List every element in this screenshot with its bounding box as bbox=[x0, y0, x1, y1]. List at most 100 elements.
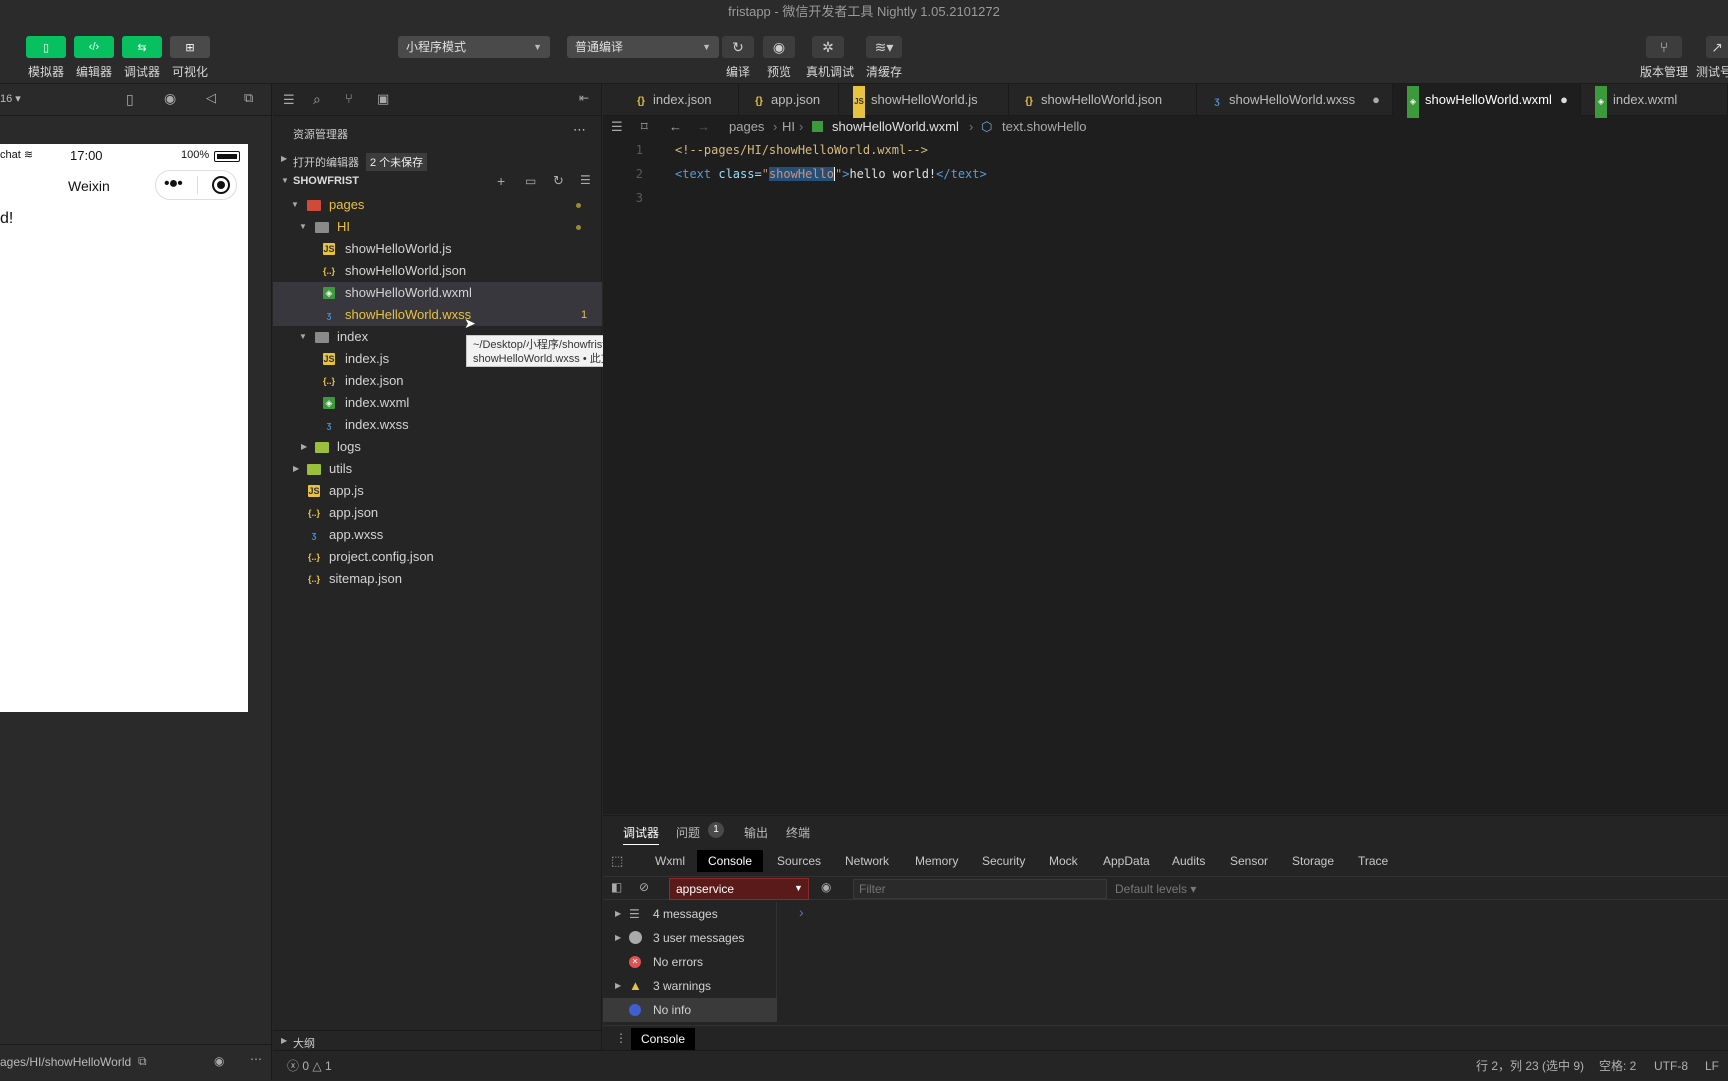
toggle-sidebar-icon[interactable]: ☰ bbox=[611, 116, 623, 138]
outline-header[interactable]: ▶ 大纲 bbox=[273, 1030, 602, 1052]
console-prompt[interactable]: › bbox=[799, 904, 804, 920]
devtools-tab[interactable]: Trace bbox=[1358, 850, 1388, 872]
message-group-warnings[interactable]: ▶ ▲ 3 warnings bbox=[603, 974, 777, 998]
tree-folder-hi[interactable]: ▼ HI bbox=[273, 216, 602, 238]
compile-select[interactable]: 普通编译 ▼ bbox=[567, 36, 719, 58]
zoom-select[interactable]: 16 ▾ bbox=[0, 92, 21, 105]
code-line[interactable]: 3 bbox=[603, 186, 1728, 210]
mode-select[interactable]: 小程序模式 ▼ bbox=[398, 36, 550, 58]
volume-icon[interactable]: ◁ bbox=[206, 90, 216, 106]
message-group-errors[interactable]: ✕ No errors bbox=[603, 950, 777, 974]
devtools-tab[interactable]: Wxml bbox=[655, 850, 685, 872]
tree-file[interactable]: {..} showHelloWorld.json bbox=[273, 260, 602, 282]
new-file-icon[interactable]: + bbox=[497, 173, 505, 189]
tree-folder-pages[interactable]: ▼ pages bbox=[273, 194, 602, 216]
eye-icon[interactable]: ◉ bbox=[821, 880, 831, 894]
tree-file-selected[interactable]: ◈ showHelloWorld.wxml bbox=[273, 282, 602, 304]
panel-tab-output[interactable]: 输出 bbox=[744, 824, 768, 841]
refresh-icon[interactable]: ↻ bbox=[553, 173, 564, 189]
tab-app-json[interactable]: {} app.json bbox=[739, 84, 839, 116]
code-line[interactable]: 1 <!--pages/HI/showHelloWorld.wxml--> bbox=[603, 138, 1728, 162]
debugger-toggle-button[interactable]: ⇆ bbox=[122, 36, 162, 58]
tree-file[interactable]: {..} sitemap.json bbox=[273, 568, 602, 590]
more-icon[interactable]: •●• bbox=[164, 175, 183, 193]
drawer-menu-icon[interactable]: ⋮ bbox=[615, 1031, 627, 1045]
message-group-all[interactable]: ▶ ☰ 4 messages bbox=[603, 902, 777, 926]
tab-showhelloworld-wxml[interactable]: ◈ showHelloWorld.wxml ● bbox=[1393, 84, 1581, 118]
close-mini-program-icon[interactable] bbox=[212, 176, 230, 194]
breadcrumb-item[interactable]: text.showHello bbox=[1002, 116, 1087, 138]
forward-arrow-icon[interactable]: → bbox=[697, 116, 710, 138]
more-icon[interactable]: ⋯ bbox=[250, 1052, 262, 1066]
message-group-info[interactable]: No info bbox=[603, 998, 777, 1022]
simulator-toggle-button[interactable]: ▯ bbox=[26, 36, 66, 58]
drawer-tab-console[interactable]: Console bbox=[631, 1028, 695, 1050]
code-line[interactable]: 2 <text class="showHello">hello world!</… bbox=[603, 162, 1728, 186]
devtools-tab-active[interactable]: Console bbox=[697, 850, 763, 872]
devtools-tab[interactable]: Mock bbox=[1049, 850, 1078, 872]
tree-folder-logs[interactable]: ▶ logs bbox=[273, 436, 602, 458]
tab-showhelloworld-wxss[interactable]: ʒ showHelloWorld.wxss ● bbox=[1197, 84, 1393, 116]
tree-file[interactable]: {..} index.json bbox=[273, 370, 602, 392]
devtools-tab[interactable]: Audits bbox=[1172, 850, 1205, 872]
devtools-tab[interactable]: AppData bbox=[1103, 850, 1150, 872]
tree-file[interactable]: ◈ index.wxml bbox=[273, 392, 602, 414]
devtools-tab[interactable]: Network bbox=[845, 850, 889, 872]
new-folder-icon[interactable]: ▭ bbox=[525, 174, 536, 188]
tree-file[interactable]: {..} project.config.json bbox=[273, 546, 602, 568]
panel-tab-terminal[interactable]: 终端 bbox=[786, 824, 810, 841]
tab-showhelloworld-json[interactable]: {} showHelloWorld.json bbox=[1009, 84, 1197, 116]
more-actions-icon[interactable]: ⋯ bbox=[573, 122, 586, 138]
indentation[interactable]: 空格: 2 bbox=[1599, 1051, 1636, 1081]
compile-button[interactable]: ↻ bbox=[722, 36, 754, 58]
log-levels-select[interactable]: Default levels ▾ bbox=[1115, 882, 1196, 896]
devtools-tab[interactable]: Sources bbox=[777, 850, 821, 872]
tab-index-wxml[interactable]: ◈ index.wxml bbox=[1581, 84, 1728, 118]
preview-button[interactable]: ◉ bbox=[763, 36, 795, 58]
devtools-tab[interactable]: Sensor bbox=[1230, 850, 1268, 872]
cursor-position[interactable]: 行 2，列 23 (选中 9) bbox=[1476, 1051, 1584, 1081]
bookmark-icon[interactable]: ⌑ bbox=[641, 116, 648, 138]
problems-status[interactable]: ⓧ 0 △ 1 bbox=[287, 1051, 332, 1081]
collapse-all-icon[interactable]: ☰ bbox=[580, 173, 591, 187]
eye-icon[interactable]: ◉ bbox=[214, 1054, 224, 1068]
tree-folder-utils[interactable]: ▶ utils bbox=[273, 458, 602, 480]
console-filter-input[interactable] bbox=[853, 879, 1107, 899]
devtools-tab[interactable]: Security bbox=[982, 850, 1025, 872]
device-debug-button[interactable]: ✲ bbox=[812, 36, 844, 58]
detach-window-icon[interactable]: ⧉ bbox=[244, 90, 253, 106]
breadcrumb-item[interactable]: pages bbox=[729, 116, 764, 138]
version-button[interactable]: ⑂ bbox=[1646, 36, 1682, 58]
back-arrow-icon[interactable]: ← bbox=[669, 116, 682, 138]
breadcrumb-item[interactable]: HI bbox=[782, 116, 795, 138]
clear-cache-button[interactable]: ≋▾ bbox=[866, 36, 902, 58]
editor-toggle-button[interactable]: ‹/› bbox=[74, 36, 114, 58]
branch-icon[interactable]: ⑂ bbox=[345, 91, 353, 106]
test-account-button[interactable]: ↗ bbox=[1706, 36, 1728, 58]
project-header[interactable]: ▼ SHOWFRIST + ▭ ↻ ☰ bbox=[273, 173, 602, 193]
tree-file[interactable]: JS showHelloWorld.js bbox=[273, 238, 602, 260]
unsaved-dot-icon[interactable]: ● bbox=[1372, 84, 1380, 116]
tree-file-hovered[interactable]: ʒ showHelloWorld.wxss 1 bbox=[273, 304, 602, 326]
tab-index-json[interactable]: {} index.json bbox=[621, 84, 739, 116]
tree-file[interactable]: ʒ app.wxss bbox=[273, 524, 602, 546]
devtools-tab[interactable]: Memory bbox=[915, 850, 958, 872]
list-icon[interactable]: ☰ bbox=[283, 92, 295, 108]
collapse-panel-icon[interactable]: ⇤ bbox=[579, 91, 589, 105]
unsaved-dot-icon[interactable]: ● bbox=[1560, 84, 1568, 116]
open-editors-header[interactable]: ▶ 打开的编辑器 2 个未保存 bbox=[273, 151, 602, 171]
visual-toggle-button[interactable]: ⊞ bbox=[170, 36, 210, 58]
context-select[interactable]: appservice ▼ bbox=[669, 878, 809, 900]
breadcrumb-item[interactable]: showHelloWorld.wxml bbox=[832, 116, 959, 138]
extensions-icon[interactable]: ▣ bbox=[377, 91, 389, 107]
tree-file[interactable]: JS app.js bbox=[273, 480, 602, 502]
tab-showhelloworld-js[interactable]: JS showHelloWorld.js bbox=[839, 84, 1009, 118]
encoding[interactable]: UTF-8 bbox=[1654, 1051, 1688, 1081]
device-icon[interactable]: ▯ bbox=[126, 91, 134, 108]
panel-tab-problems[interactable]: 问题 bbox=[676, 824, 700, 841]
tree-file[interactable]: {..} app.json bbox=[273, 502, 602, 524]
line-ending[interactable]: LF bbox=[1705, 1051, 1719, 1081]
record-icon[interactable]: ◉ bbox=[164, 90, 176, 107]
inspect-element-icon[interactable]: ⬚ bbox=[611, 850, 623, 872]
devtools-tab[interactable]: Storage bbox=[1292, 850, 1334, 872]
